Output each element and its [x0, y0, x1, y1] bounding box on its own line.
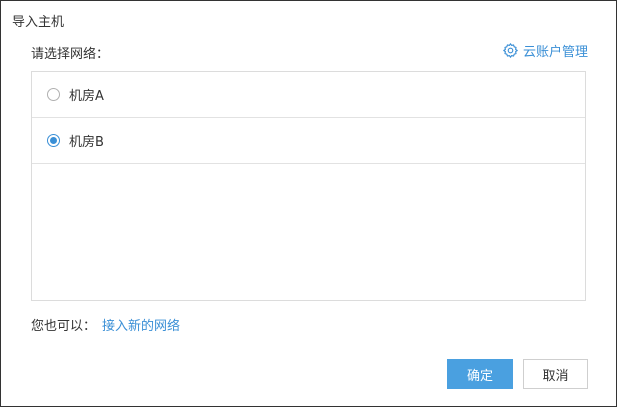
network-list: 机房A 机房B: [31, 71, 586, 301]
network-option-a[interactable]: 机房A: [32, 72, 585, 118]
cancel-button[interactable]: 取消: [523, 359, 588, 389]
import-host-dialog: 导入主机 请选择网络： 云账户管理 机房A 机房B 您也可以： 接入新的网络 确定…: [0, 0, 617, 407]
cloud-account-management-link[interactable]: 云账户管理: [502, 41, 588, 60]
alternative-action: 您也可以： 接入新的网络: [31, 315, 180, 334]
network-option-label: 机房A: [69, 89, 104, 104]
cloud-account-link-label[interactable]: 云账户管理: [523, 41, 588, 60]
alternative-prefix: 您也可以：: [31, 319, 97, 334]
dialog-title: 导入主机: [12, 15, 65, 30]
network-option-label: 机房B: [69, 135, 104, 150]
select-network-label: 请选择网络：: [31, 47, 110, 62]
radio-network-b[interactable]: [47, 134, 60, 147]
gear-icon: [502, 42, 519, 59]
network-option-b[interactable]: 机房B: [32, 118, 585, 164]
radio-network-a[interactable]: [47, 88, 60, 101]
connect-new-network-link[interactable]: 接入新的网络: [102, 319, 180, 334]
confirm-button[interactable]: 确定: [447, 359, 513, 389]
